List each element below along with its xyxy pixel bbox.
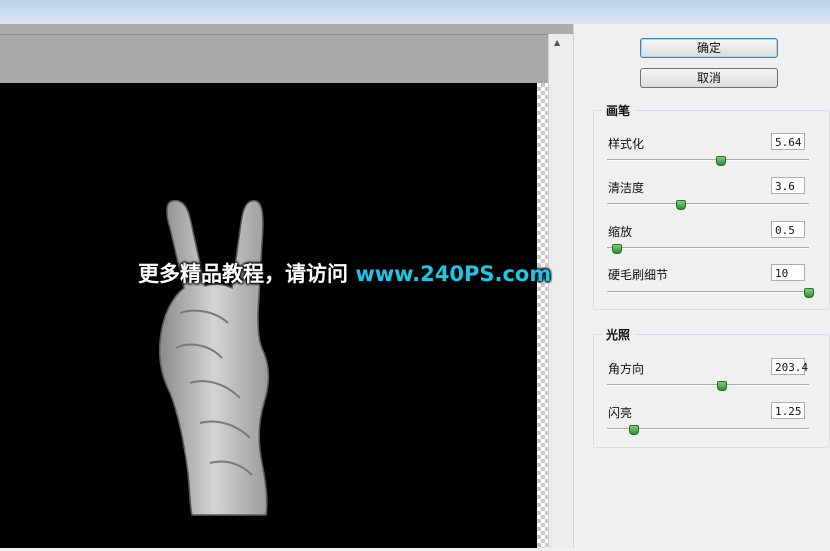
hand-image	[158, 199, 270, 516]
scale-slider-track[interactable]	[607, 247, 809, 249]
watermark-url: www.240PS.com	[355, 262, 552, 286]
scale-input[interactable]: 0.5	[771, 221, 805, 238]
window-title-bar	[0, 0, 830, 24]
angle-label: 角方向	[608, 362, 645, 376]
stylization-slider-track[interactable]	[607, 159, 809, 161]
stylization-input[interactable]: 5.64	[771, 133, 805, 150]
bristle-detail-label: 硬毛刷细节	[608, 268, 669, 282]
preview-canvas[interactable]	[0, 83, 537, 548]
scale-label: 缩放	[608, 225, 633, 239]
vertical-scrollbar[interactable]: ▲	[548, 34, 574, 548]
shine-input[interactable]: 1.25	[771, 402, 805, 419]
transparency-strip	[537, 83, 548, 548]
stylization-label: 样式化	[608, 137, 645, 151]
cleanliness-slider-track[interactable]	[607, 203, 809, 205]
shine-label: 闪亮	[608, 406, 633, 420]
ok-button[interactable]: 确定	[640, 38, 778, 58]
angle-slider-track[interactable]	[607, 384, 809, 386]
bristle-detail-input[interactable]: 10	[771, 264, 805, 281]
cancel-button[interactable]: 取消	[640, 68, 778, 88]
cleanliness-label: 清洁度	[608, 181, 645, 195]
brush-group-title: 画笔	[602, 102, 635, 119]
watermark-text: 更多精品教程，请访问	[138, 262, 356, 286]
preview-gray-area	[0, 34, 548, 84]
bristle-detail-slider-track[interactable]	[607, 291, 809, 293]
scroll-up-arrow-icon[interactable]: ▲	[554, 38, 560, 47]
cleanliness-input[interactable]: 3.6	[771, 177, 805, 194]
watermark: 更多精品教程，请访问 www.240PS.com	[138, 258, 551, 288]
lighting-group-title: 光照	[602, 326, 635, 343]
angle-input[interactable]: 203.4	[771, 358, 808, 375]
